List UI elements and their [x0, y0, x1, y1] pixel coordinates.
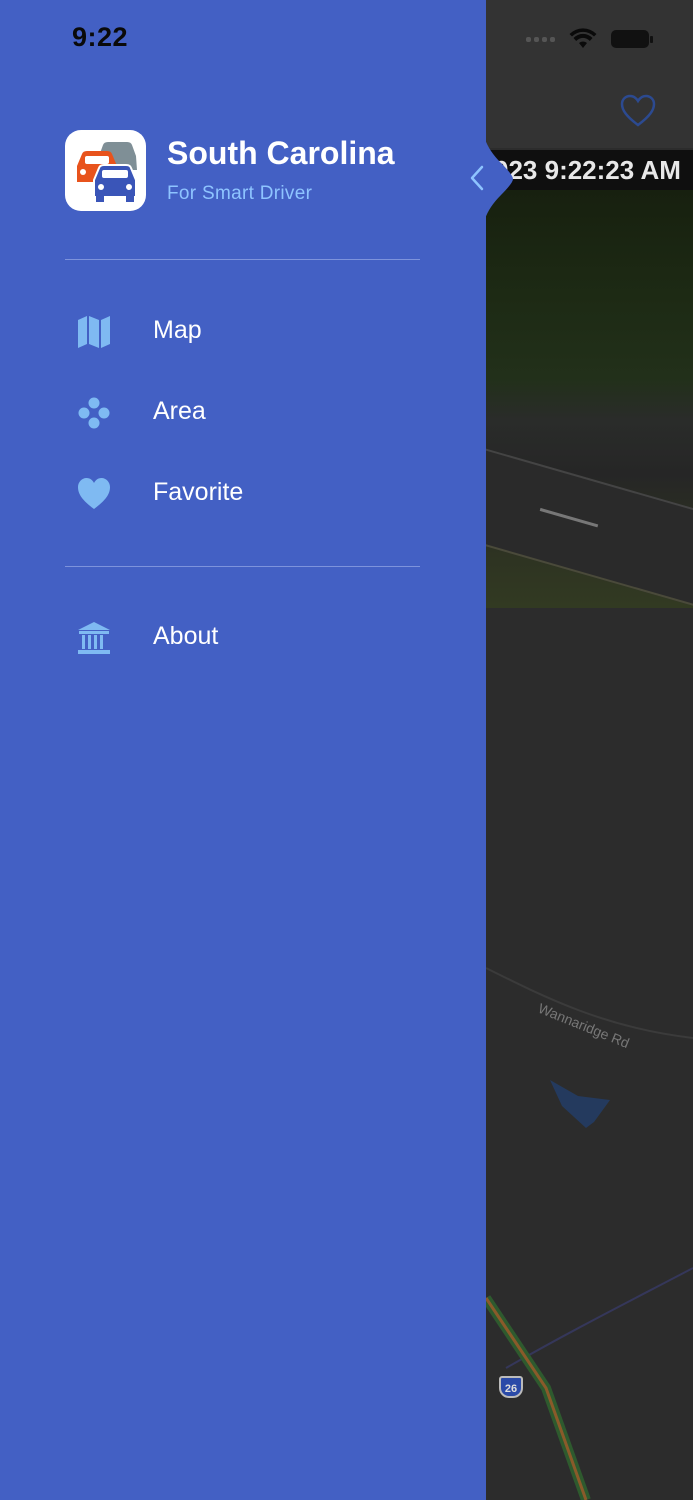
menu-item-label: Favorite: [153, 478, 244, 506]
favorite-heart-icon[interactable]: [620, 94, 656, 128]
app-title: South Carolina: [167, 135, 395, 171]
map-lake: [550, 1080, 610, 1128]
menu-item-about[interactable]: About: [0, 608, 486, 668]
battery-icon: [611, 30, 653, 48]
camera-road: [486, 440, 693, 608]
highway-shield: 26: [499, 1376, 523, 1398]
map-icon: [78, 316, 110, 348]
chevron-left-icon[interactable]: [466, 164, 490, 192]
app-subtitle: For Smart Driver: [167, 183, 313, 204]
camera-timestamp: 023 9:22:23 AM: [486, 150, 693, 190]
navigation-drawer: 9:22 South Carolina For Smart Driver Map: [0, 0, 486, 1500]
map-roads: [486, 967, 693, 1500]
menu-item-favorite[interactable]: Favorite: [0, 464, 486, 524]
traffic-camera-image[interactable]: [486, 190, 693, 608]
status-icons: [526, 28, 653, 50]
divider: [65, 259, 420, 260]
bank-building-icon: [78, 622, 110, 654]
menu-item-label: Area: [153, 397, 206, 425]
heart-icon: [78, 478, 110, 509]
menu-item-label: About: [153, 622, 219, 650]
cars-logo-icon: [77, 142, 137, 202]
menu-item-area[interactable]: Area: [0, 383, 486, 443]
divider: [65, 566, 420, 567]
wifi-icon: [569, 28, 597, 48]
map-view[interactable]: [486, 608, 693, 1500]
menu-item-label: Map: [153, 316, 202, 344]
area-dots-icon: [78, 397, 110, 429]
menu-item-map[interactable]: Map: [0, 302, 486, 362]
status-bar-time: 9:22: [72, 22, 129, 52]
cellular-signal-icon: [526, 36, 555, 42]
app-logo: [65, 130, 146, 211]
